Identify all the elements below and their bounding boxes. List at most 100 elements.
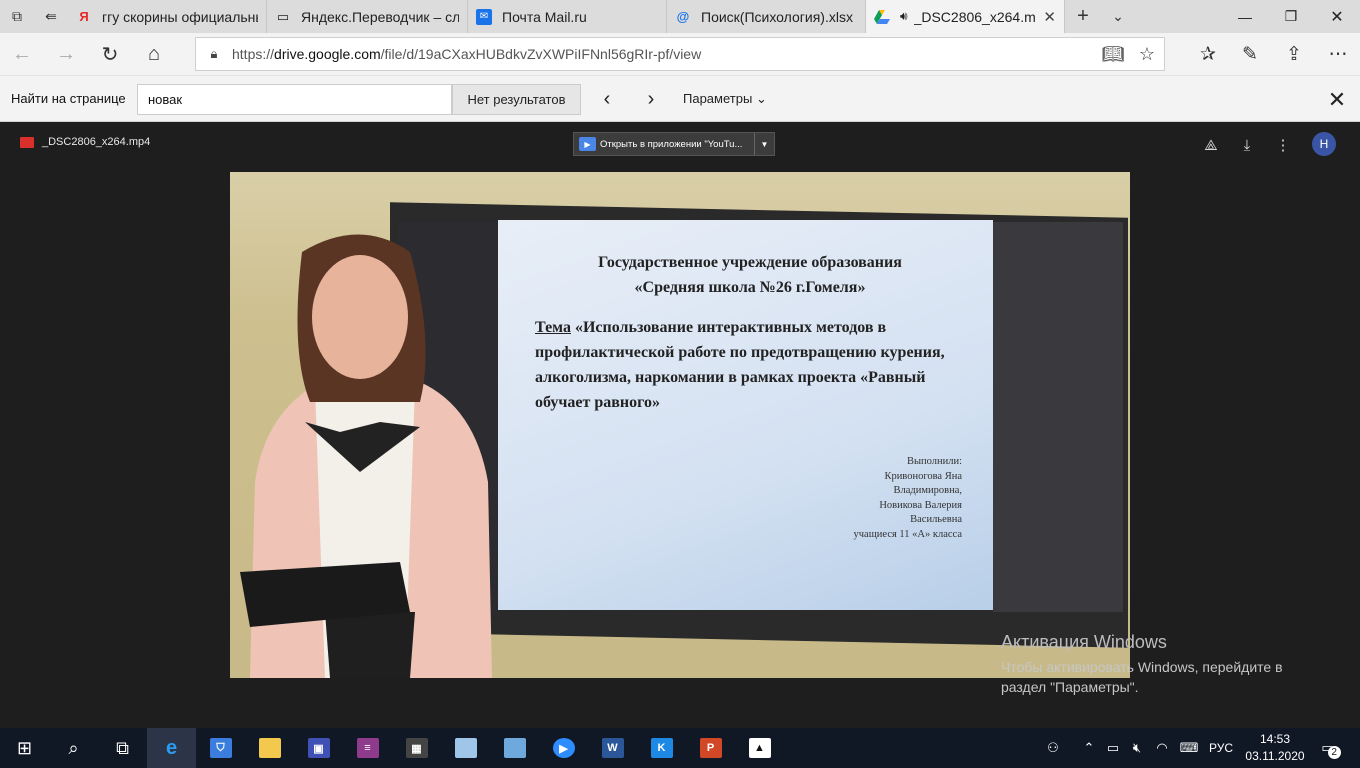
taskbar-winrar[interactable]: ≡ — [343, 728, 392, 768]
tv-right-panel — [993, 222, 1123, 612]
chevron-right-icon: › — [647, 88, 655, 110]
minimize-icon: — — [1238, 8, 1252, 25]
video-file-icon — [20, 136, 34, 148]
volume-muted-icon[interactable]: 🔇︎ — [1126, 728, 1148, 768]
add-drive-icon: ⟁ — [1204, 136, 1218, 154]
home-button[interactable]: ⌂ — [132, 33, 176, 75]
taskbar-save-app[interactable]: ▣ — [294, 728, 343, 768]
url-text[interactable]: https://drive.google.com/file/d/19aCXaxH… — [232, 46, 1096, 62]
taskbar-store[interactable]: ⛉ — [196, 728, 245, 768]
tray-overflow-button[interactable]: ⌃ — [1078, 728, 1100, 768]
find-previous-button[interactable]: ‹ — [592, 84, 622, 115]
wifi-icon[interactable]: ◠ — [1150, 728, 1174, 768]
keyboard-icon[interactable]: ⌨ — [1176, 728, 1202, 768]
drive-video-viewer: _DSC2806_x264.mp4 ▶ Открыть в приложении… — [0, 122, 1360, 728]
taskbar-wordpad[interactable] — [490, 728, 539, 768]
battery-icon[interactable]: ▭ — [1102, 728, 1124, 768]
word-icon: W — [601, 738, 624, 758]
chevron-down-icon: ⌄ — [1112, 8, 1124, 24]
taskbar-calculator[interactable]: ▦ — [392, 728, 441, 768]
more-dots-icon: ⋯ — [1328, 43, 1348, 65]
restore-icon: ❐ — [1284, 8, 1298, 24]
zoom-camera-icon: ▶ — [552, 738, 575, 758]
search-button[interactable]: ⌕ — [49, 728, 98, 768]
taskbar-edge[interactable]: e — [147, 728, 196, 768]
account-avatar[interactable]: Н — [1312, 132, 1336, 156]
close-tab-icon[interactable]: ✕ — [1043, 8, 1056, 26]
new-tab-button[interactable]: + — [1065, 0, 1101, 33]
set-aside-icon: ⇚ — [45, 8, 57, 24]
close-icon: ✕ — [1330, 8, 1344, 26]
favorites-icon: ✰ — [1200, 43, 1216, 65]
start-button[interactable]: ⊞ — [0, 728, 49, 768]
youtube-app-icon: ▶ — [579, 137, 596, 151]
find-next-button[interactable]: › — [636, 84, 666, 115]
page-icon: ▭ — [276, 8, 290, 24]
find-input[interactable] — [137, 84, 452, 115]
forward-button[interactable]: → — [44, 33, 88, 75]
pen-icon: ✎ — [1242, 43, 1258, 65]
taskbar-k-app[interactable]: K — [637, 728, 686, 768]
notification-center-button[interactable]: ▭ 2 — [1316, 728, 1346, 768]
taskbar-notepad[interactable] — [441, 728, 490, 768]
taskbar-photos[interactable]: ▲ — [735, 728, 784, 768]
video-player[interactable]: Государственное учреждение образования «… — [230, 172, 1130, 678]
tab-mail[interactable]: ✉ Почта Mail.ru — [468, 0, 667, 33]
restore-button[interactable]: ❐ — [1268, 0, 1314, 33]
favorites-button[interactable]: ✰ — [1186, 33, 1230, 75]
find-label: Найти на странице — [11, 91, 126, 106]
at-icon: @ — [676, 9, 690, 24]
tab-preview-icon: ⧉ — [12, 8, 22, 24]
calculator-icon: ▦ — [405, 738, 428, 758]
tab-preview-button[interactable]: ⧉ — [0, 0, 34, 33]
minimize-button[interactable]: — — [1222, 0, 1268, 33]
find-options-button[interactable]: Параметры ⌄ — [683, 91, 767, 107]
notepad-icon — [454, 738, 477, 758]
speaker-icon[interactable]: 🔊︎ — [900, 9, 908, 24]
share-icon: ⇪ — [1286, 43, 1302, 65]
reading-view-icon[interactable]: 📖︎ — [1096, 44, 1130, 65]
close-icon: ✕ — [1327, 86, 1347, 112]
share-button[interactable]: ⇪ — [1272, 33, 1316, 75]
close-window-button[interactable]: ✕ — [1314, 0, 1360, 33]
language-indicator[interactable]: РУС — [1206, 728, 1236, 768]
lock-icon: 🔒︎ — [210, 46, 218, 61]
open-with-dropdown[interactable]: ▼ — [754, 133, 774, 155]
chevron-up-icon: ⌃ — [1083, 740, 1095, 755]
taskbar-explorer[interactable] — [245, 728, 294, 768]
download-button[interactable]: ⤓ — [1234, 134, 1260, 156]
slide-topic: Тема «Использование интерактивных методо… — [535, 319, 945, 411]
more-button[interactable]: ⋯ — [1316, 33, 1360, 75]
find-close-button[interactable]: ✕ — [1322, 84, 1352, 115]
more-actions-button[interactable]: ⋮ — [1270, 134, 1296, 156]
people-icon: ⚇ — [1047, 740, 1059, 755]
people-button[interactable]: ⚇ — [1040, 728, 1066, 768]
plus-icon: + — [1077, 5, 1089, 27]
taskbar-powerpoint[interactable]: P — [686, 728, 735, 768]
home-icon: ⌂ — [147, 42, 161, 65]
tab-yandex-search[interactable]: Я ггу скорины официальный — [68, 0, 267, 33]
chevron-down-icon: ⌄ — [755, 91, 767, 106]
notes-button[interactable]: ✎ — [1228, 33, 1272, 75]
k-app-icon: K — [650, 738, 673, 758]
refresh-button[interactable]: ↻ — [88, 33, 132, 75]
address-bar[interactable]: 🔒︎ https://drive.google.com/file/d/19aCX… — [195, 37, 1165, 71]
slide-title: Государственное учреждение образования «… — [598, 254, 902, 296]
taskbar-word[interactable]: W — [588, 728, 637, 768]
open-with-app-button[interactable]: ▶ Открыть в приложении "YouTu... ▼ — [573, 132, 775, 156]
favorite-star-icon[interactable]: ☆ — [1130, 44, 1164, 65]
clock[interactable]: 14:53 03.11.2020 — [1240, 731, 1310, 765]
add-to-drive-button[interactable]: ⟁ — [1198, 134, 1224, 156]
taskbar: ⊞ ⌕ ⧉ e ⛉ ▣ ≡ ▦ ▶ W K P ▲ ⚇ ⌃ ▭ 🔇︎ ◠ ⌨ Р… — [0, 728, 1360, 768]
yandex-icon: Я — [79, 9, 89, 24]
tab-xlsx[interactable]: @ Поиск(Психология).xlsx - Г — [667, 0, 866, 33]
task-view-button[interactable]: ⧉ — [98, 728, 147, 768]
tab-drive-video[interactable]: 🔊︎ _DSC2806_x264.mp ✕ — [866, 0, 1065, 33]
powerpoint-icon: P — [699, 738, 722, 758]
back-button[interactable]: ← — [0, 33, 44, 75]
tab-yandex-translate[interactable]: ▭ Яндекс.Переводчик – слов — [267, 0, 468, 33]
task-view-icon: ⧉ — [116, 737, 129, 758]
taskbar-zoom[interactable]: ▶ — [539, 728, 588, 768]
tab-list-button[interactable]: ⌄ — [1101, 0, 1135, 33]
set-aside-tabs-button[interactable]: ⇚ — [34, 0, 68, 33]
